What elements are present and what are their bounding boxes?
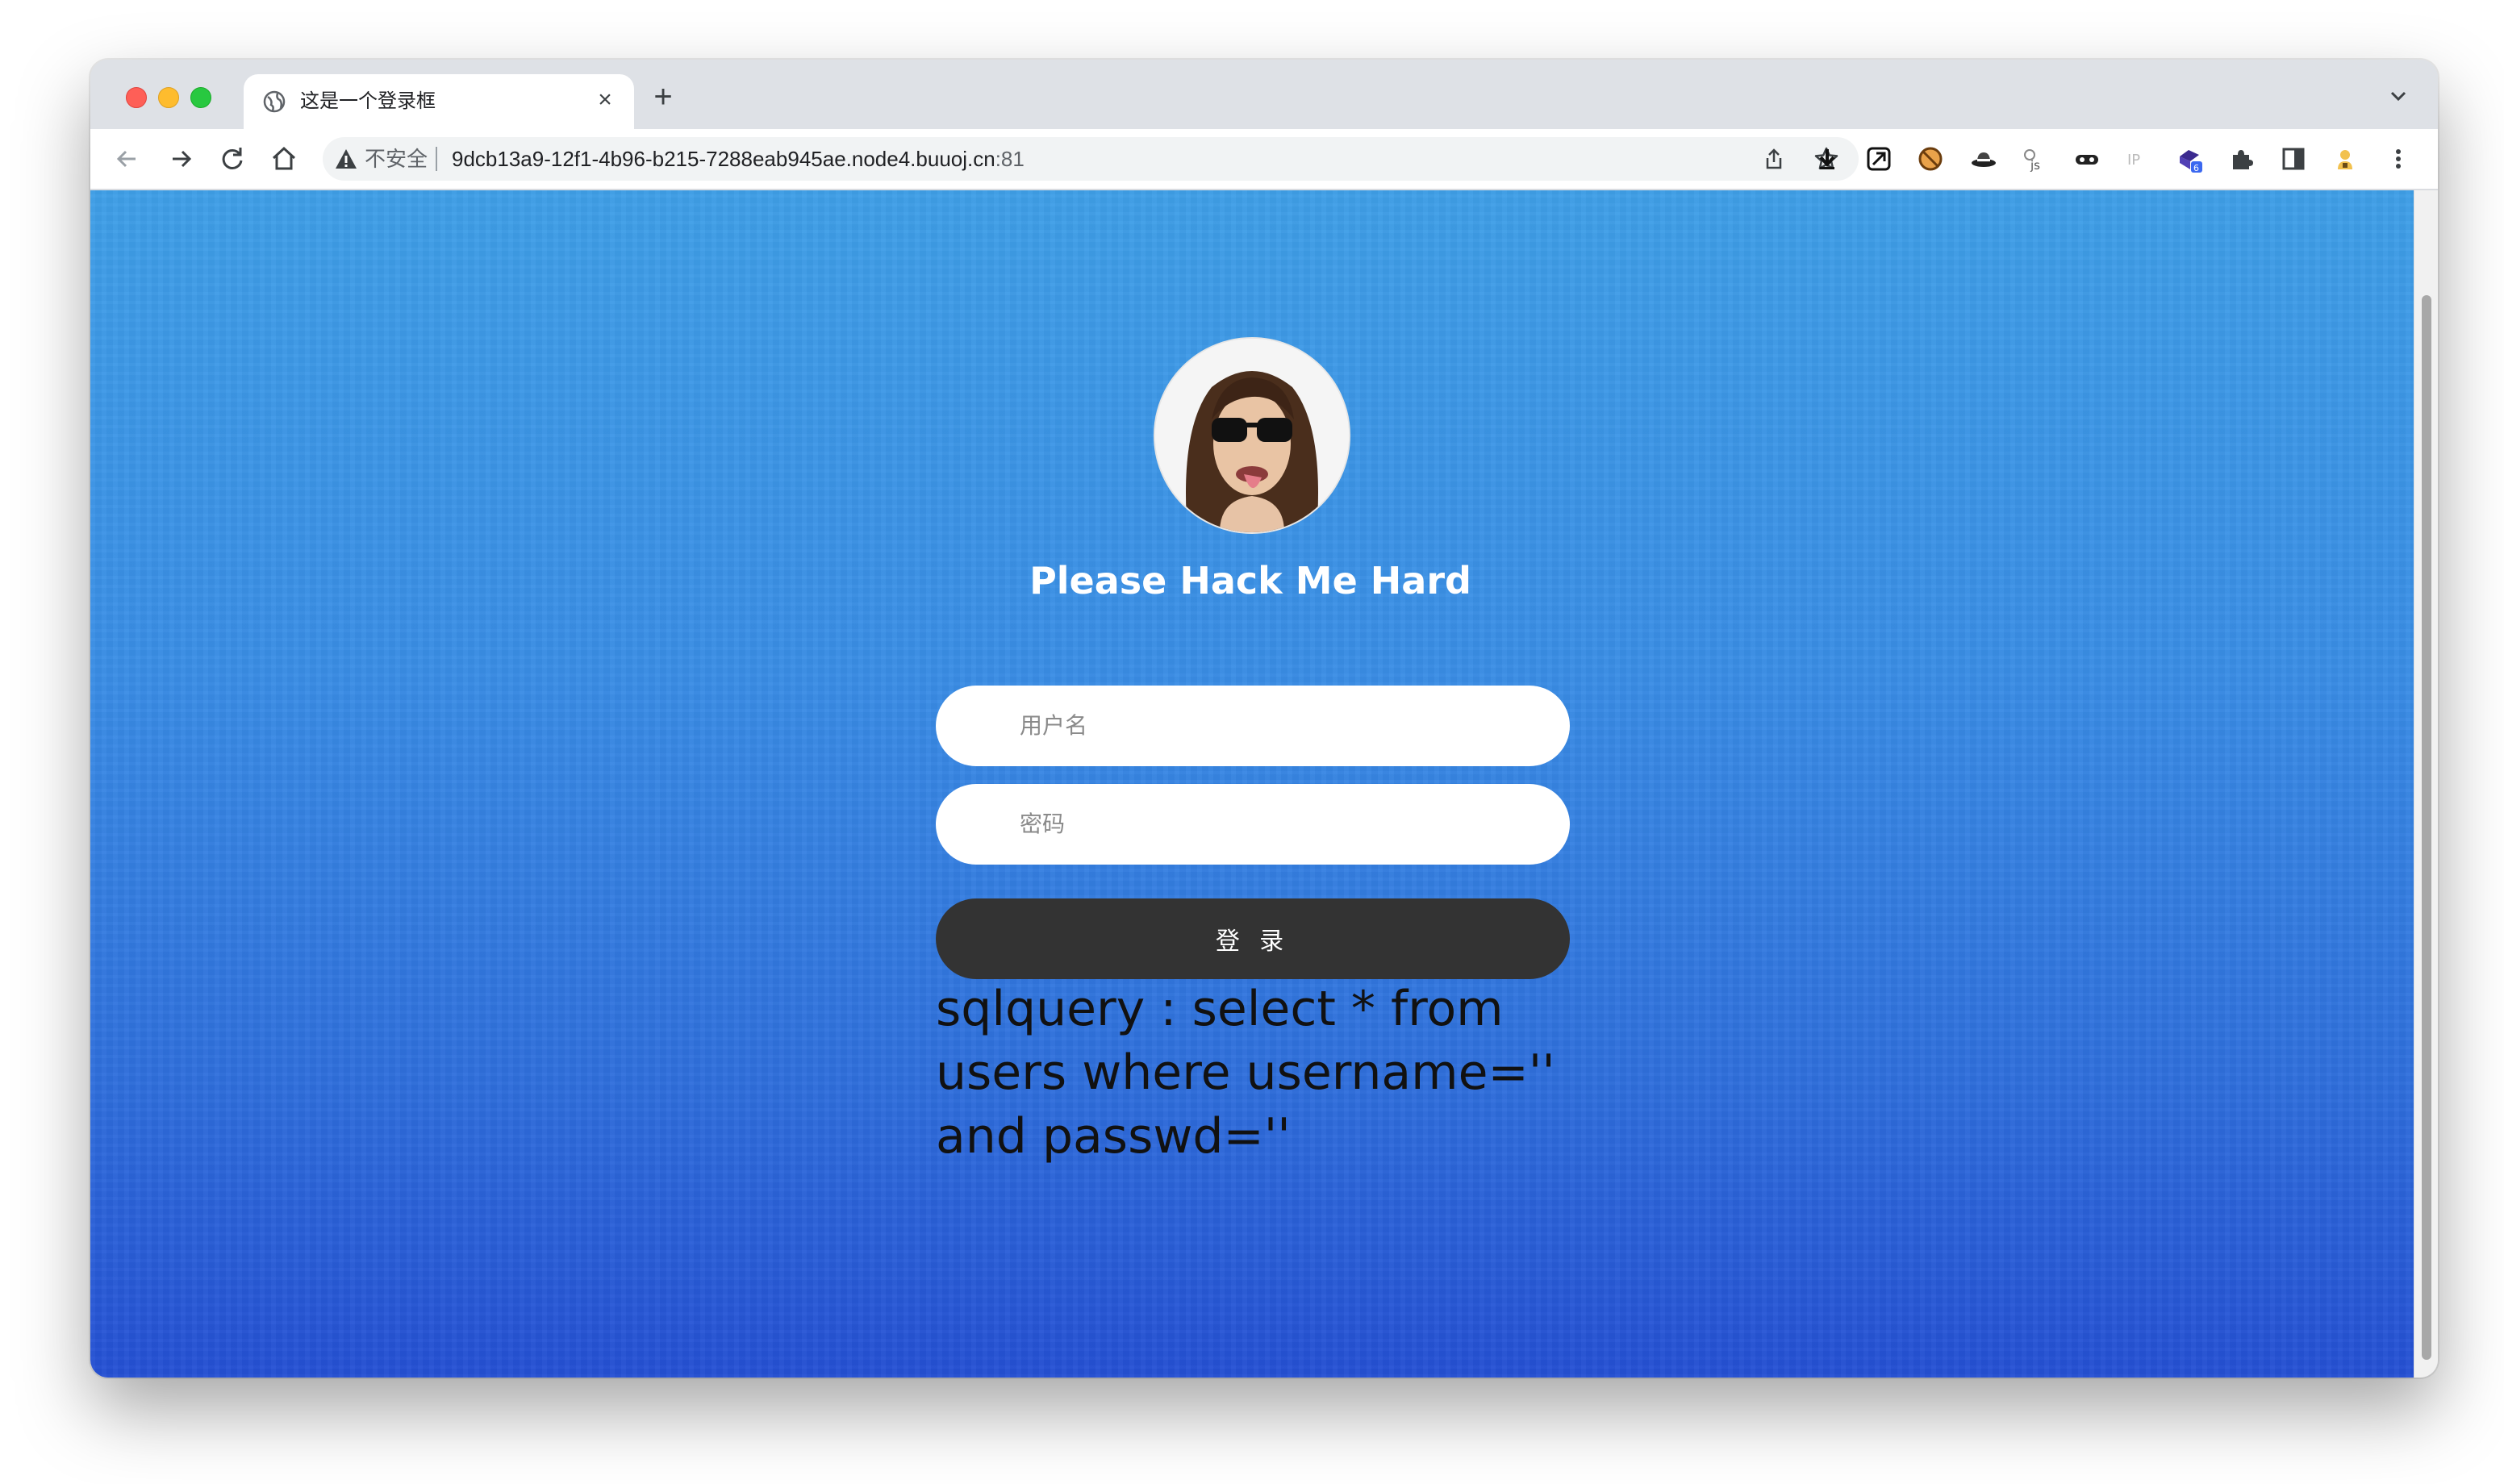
share-icon[interactable] xyxy=(1762,147,1786,171)
warning-icon[interactable] xyxy=(334,147,358,171)
js-icon[interactable]: js xyxy=(2022,145,2049,173)
tab-strip: 这是一个登录框 × + xyxy=(90,60,2438,129)
svg-text:6: 6 xyxy=(2193,163,2199,173)
reload-icon[interactable] xyxy=(216,143,248,175)
home-icon[interactable] xyxy=(268,143,300,175)
puzzle-icon[interactable] xyxy=(2228,145,2256,173)
security-label[interactable]: 不安全 xyxy=(365,146,428,172)
new-tab-button[interactable]: + xyxy=(647,81,679,113)
mask-icon[interactable] xyxy=(2073,145,2101,173)
browser-window: 这是一个登录框 × + 不安全 9dcb13a9-12f1-4b96-b215-… xyxy=(90,60,2438,1378)
toolbar: 不安全 9dcb13a9-12f1-4b96-b215-7288eab945ae… xyxy=(90,129,2438,190)
forward-icon[interactable] xyxy=(165,143,197,175)
hat-icon[interactable] xyxy=(1970,145,1997,173)
tab-close-icon[interactable]: × xyxy=(592,87,618,113)
avatar xyxy=(1154,337,1350,534)
close-window-button[interactable] xyxy=(126,87,147,108)
avatar-image xyxy=(1155,339,1349,532)
password-input[interactable] xyxy=(936,784,1570,865)
login-title: Please Hack Me Hard xyxy=(1029,559,1471,602)
block-icon[interactable] xyxy=(1917,145,1944,173)
back-icon[interactable] xyxy=(111,143,144,175)
url-port: :81 xyxy=(995,147,1025,171)
menu-icon[interactable] xyxy=(2385,145,2412,173)
sidepanel-icon[interactable] xyxy=(2280,145,2307,173)
zoom-window-button[interactable] xyxy=(190,87,211,108)
username-input[interactable] xyxy=(936,686,1570,766)
download-icon[interactable] xyxy=(1813,145,1841,173)
login-button[interactable]: 登 录 xyxy=(936,898,1570,979)
globe-icon xyxy=(263,90,286,113)
scrollbar-thumb[interactable] xyxy=(2422,295,2431,1360)
url-host: 9dcb13a9-12f1-4b96-b215-7288eab945ae.nod… xyxy=(452,147,995,171)
cube-icon[interactable]: 6 xyxy=(2176,145,2204,173)
url-text[interactable]: 9dcb13a9-12f1-4b96-b215-7288eab945ae.nod… xyxy=(452,146,1025,172)
send-icon[interactable] xyxy=(1865,145,1893,173)
tab-active[interactable]: 这是一个登录框 × xyxy=(244,74,634,129)
ip-icon[interactable]: IP xyxy=(2125,145,2152,173)
person-icon[interactable] xyxy=(2331,145,2359,173)
divider xyxy=(436,147,437,171)
sql-query-text: sqlquery : select * from users where use… xyxy=(936,981,1555,1165)
minimize-window-button[interactable] xyxy=(158,87,179,108)
page-viewport: Please Hack Me Hard 登 录 sqlquery : selec… xyxy=(90,190,2414,1378)
svg-text:js: js xyxy=(2030,158,2040,173)
address-bar[interactable]: 不安全 9dcb13a9-12f1-4b96-b215-7288eab945ae… xyxy=(323,137,1859,181)
tab-title: 这是一个登录框 xyxy=(300,90,436,112)
chevron-down-icon[interactable] xyxy=(2386,84,2410,108)
scrollbar[interactable] xyxy=(2414,190,2438,1378)
svg-text:IP: IP xyxy=(2127,152,2140,169)
